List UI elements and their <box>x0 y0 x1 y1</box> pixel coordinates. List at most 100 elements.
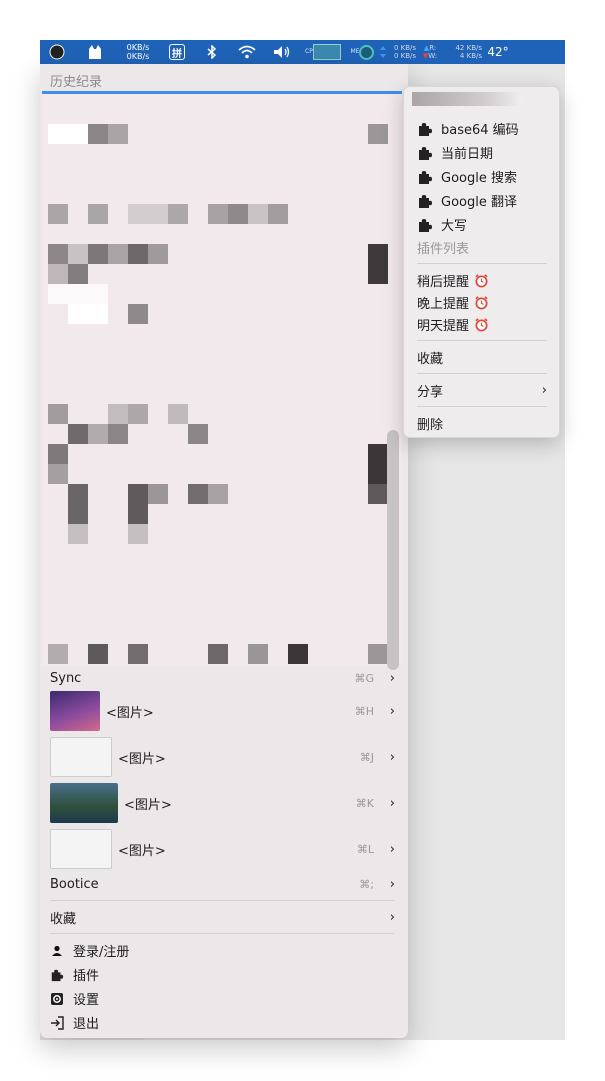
mosaic-block <box>108 424 128 444</box>
mosaic-block <box>68 304 108 324</box>
plugin-label: Google 翻译 <box>441 195 517 210</box>
gear-icon <box>50 992 64 1006</box>
clip-item[interactable]: <图片> ⌘K › <box>50 781 400 825</box>
mosaic-block <box>48 464 68 484</box>
separator <box>50 933 394 934</box>
quit-item[interactable]: 退出 <box>50 1013 99 1032</box>
plugin-current-date[interactable]: 当前日期 <box>417 143 493 162</box>
mosaic-block <box>368 244 388 284</box>
plugin-uppercase[interactable]: 大写 <box>417 215 467 234</box>
mosaic-block <box>68 524 88 544</box>
clip-shortcut: ⌘G <box>354 671 374 685</box>
separator <box>417 373 547 374</box>
clip-item[interactable]: <图片> ⌘H › <box>50 689 400 733</box>
separator <box>417 340 547 341</box>
puzzle-icon <box>419 122 432 136</box>
menu-bar: 0KB/s 0KB/s 拼 CPU MEM 0 KB/s 0 KB/s ▲R: … <box>40 40 565 64</box>
volume-icon[interactable] <box>264 40 300 64</box>
context-submenu: base64 编码 当前日期 Google 搜索 Google 翻译 大写 插件… <box>403 86 560 438</box>
clip-item[interactable]: Bootice ⌘; › <box>50 874 400 894</box>
separator <box>417 406 547 407</box>
mosaic-block <box>128 524 148 544</box>
clip-shortcut: ⌘L <box>356 842 374 856</box>
puzzle-icon <box>419 218 432 232</box>
mosaic-block <box>188 484 208 504</box>
history-title: 历史纪录 <box>50 75 103 90</box>
mosaic-block <box>68 424 88 444</box>
compass-icon[interactable] <box>40 40 74 64</box>
mosaic-block <box>368 644 388 664</box>
chevron-right-icon: › <box>541 383 547 398</box>
mosaic-block <box>88 424 108 444</box>
plugin-google-search[interactable]: Google 搜索 <box>417 167 517 186</box>
delete-action[interactable]: 删除 <box>417 414 443 433</box>
mosaic-block <box>108 244 128 264</box>
mosaic-block <box>248 644 268 664</box>
mosaic-block <box>128 404 148 424</box>
mosaic-block <box>48 284 108 304</box>
favorites-item[interactable]: 收藏 › <box>50 907 400 927</box>
arrows-icon <box>378 40 388 64</box>
remind-later[interactable]: 稍后提醒 <box>417 271 489 290</box>
mosaic-block <box>48 264 68 284</box>
puzzle-icon <box>419 170 432 184</box>
wifi-icon[interactable] <box>230 40 264 64</box>
alarm-clock-icon <box>475 274 488 288</box>
rw-labels: ▲R: ▼W: <box>422 44 438 60</box>
mosaic-block <box>88 204 108 224</box>
mosaic-block <box>88 644 108 664</box>
scrollbar[interactable] <box>387 430 399 670</box>
settings-item[interactable]: 设置 <box>50 989 99 1008</box>
bluetooth-icon[interactable] <box>194 40 230 64</box>
chevron-right-icon: › <box>389 841 395 857</box>
puzzle-icon <box>419 146 432 160</box>
mosaic-block <box>128 244 148 264</box>
favorites-label: 收藏 <box>50 911 77 927</box>
image-thumbnail <box>50 691 100 731</box>
cpu-monitor[interactable]: CPU <box>300 40 346 64</box>
network-speed: 0KB/s 0KB/s <box>116 40 160 64</box>
puzzle-icon <box>419 194 432 208</box>
memory-monitor[interactable]: MEM <box>346 40 378 64</box>
input-method[interactable]: 拼 <box>160 40 194 64</box>
favorite-label: 收藏 <box>417 352 444 367</box>
share-action[interactable]: 分享 › <box>417 381 547 400</box>
temperature[interactable]: 42° <box>486 40 510 64</box>
clip-item[interactable]: <图片> ⌘L › <box>50 827 400 871</box>
clipboard-app-icon[interactable] <box>74 40 116 64</box>
disk-speed: 0 KB/s 0 KB/s <box>388 40 422 64</box>
clip-item[interactable]: <图片> ⌘J › <box>50 735 400 779</box>
login-item[interactable]: 登录/注册 <box>50 941 129 960</box>
mosaic-block <box>68 264 88 284</box>
alarm-clock-icon <box>475 296 488 310</box>
mosaic-block <box>368 444 388 484</box>
share-label: 分享 <box>417 385 444 400</box>
mosaic-block <box>268 204 288 224</box>
chevron-right-icon: › <box>389 909 395 925</box>
mosaic-block <box>88 124 108 144</box>
mosaic-block <box>88 244 108 264</box>
plugin-list-label: 插件列表 <box>417 242 470 257</box>
selected-item-preview <box>412 92 522 106</box>
remind-tonight[interactable]: 晚上提醒 <box>417 293 489 312</box>
favorite-action[interactable]: 收藏 <box>417 348 443 367</box>
plugin-label: Google 搜索 <box>441 171 517 186</box>
clip-shortcut: ⌘H <box>354 704 374 718</box>
mosaic-block <box>148 244 168 264</box>
exit-icon <box>50 1015 64 1030</box>
delete-label: 删除 <box>417 418 444 433</box>
mosaic-block <box>208 484 228 504</box>
plugin-google-translate[interactable]: Google 翻译 <box>417 191 517 210</box>
mosaic-block <box>48 244 68 264</box>
r-label: R: <box>429 44 437 52</box>
plugin-base64[interactable]: base64 编码 <box>417 119 519 138</box>
cpu-graph <box>313 44 341 60</box>
plugins-label: 插件 <box>73 969 100 984</box>
mosaic-block <box>48 404 68 424</box>
mosaic-block <box>128 204 168 224</box>
clip-item[interactable]: Sync ⌘G › <box>50 669 400 687</box>
plugins-item[interactable]: 插件 <box>50 965 99 984</box>
remind-tomorrow[interactable]: 明天提醒 <box>417 315 489 334</box>
image-thumbnail <box>50 829 112 869</box>
settings-label: 设置 <box>73 993 100 1008</box>
